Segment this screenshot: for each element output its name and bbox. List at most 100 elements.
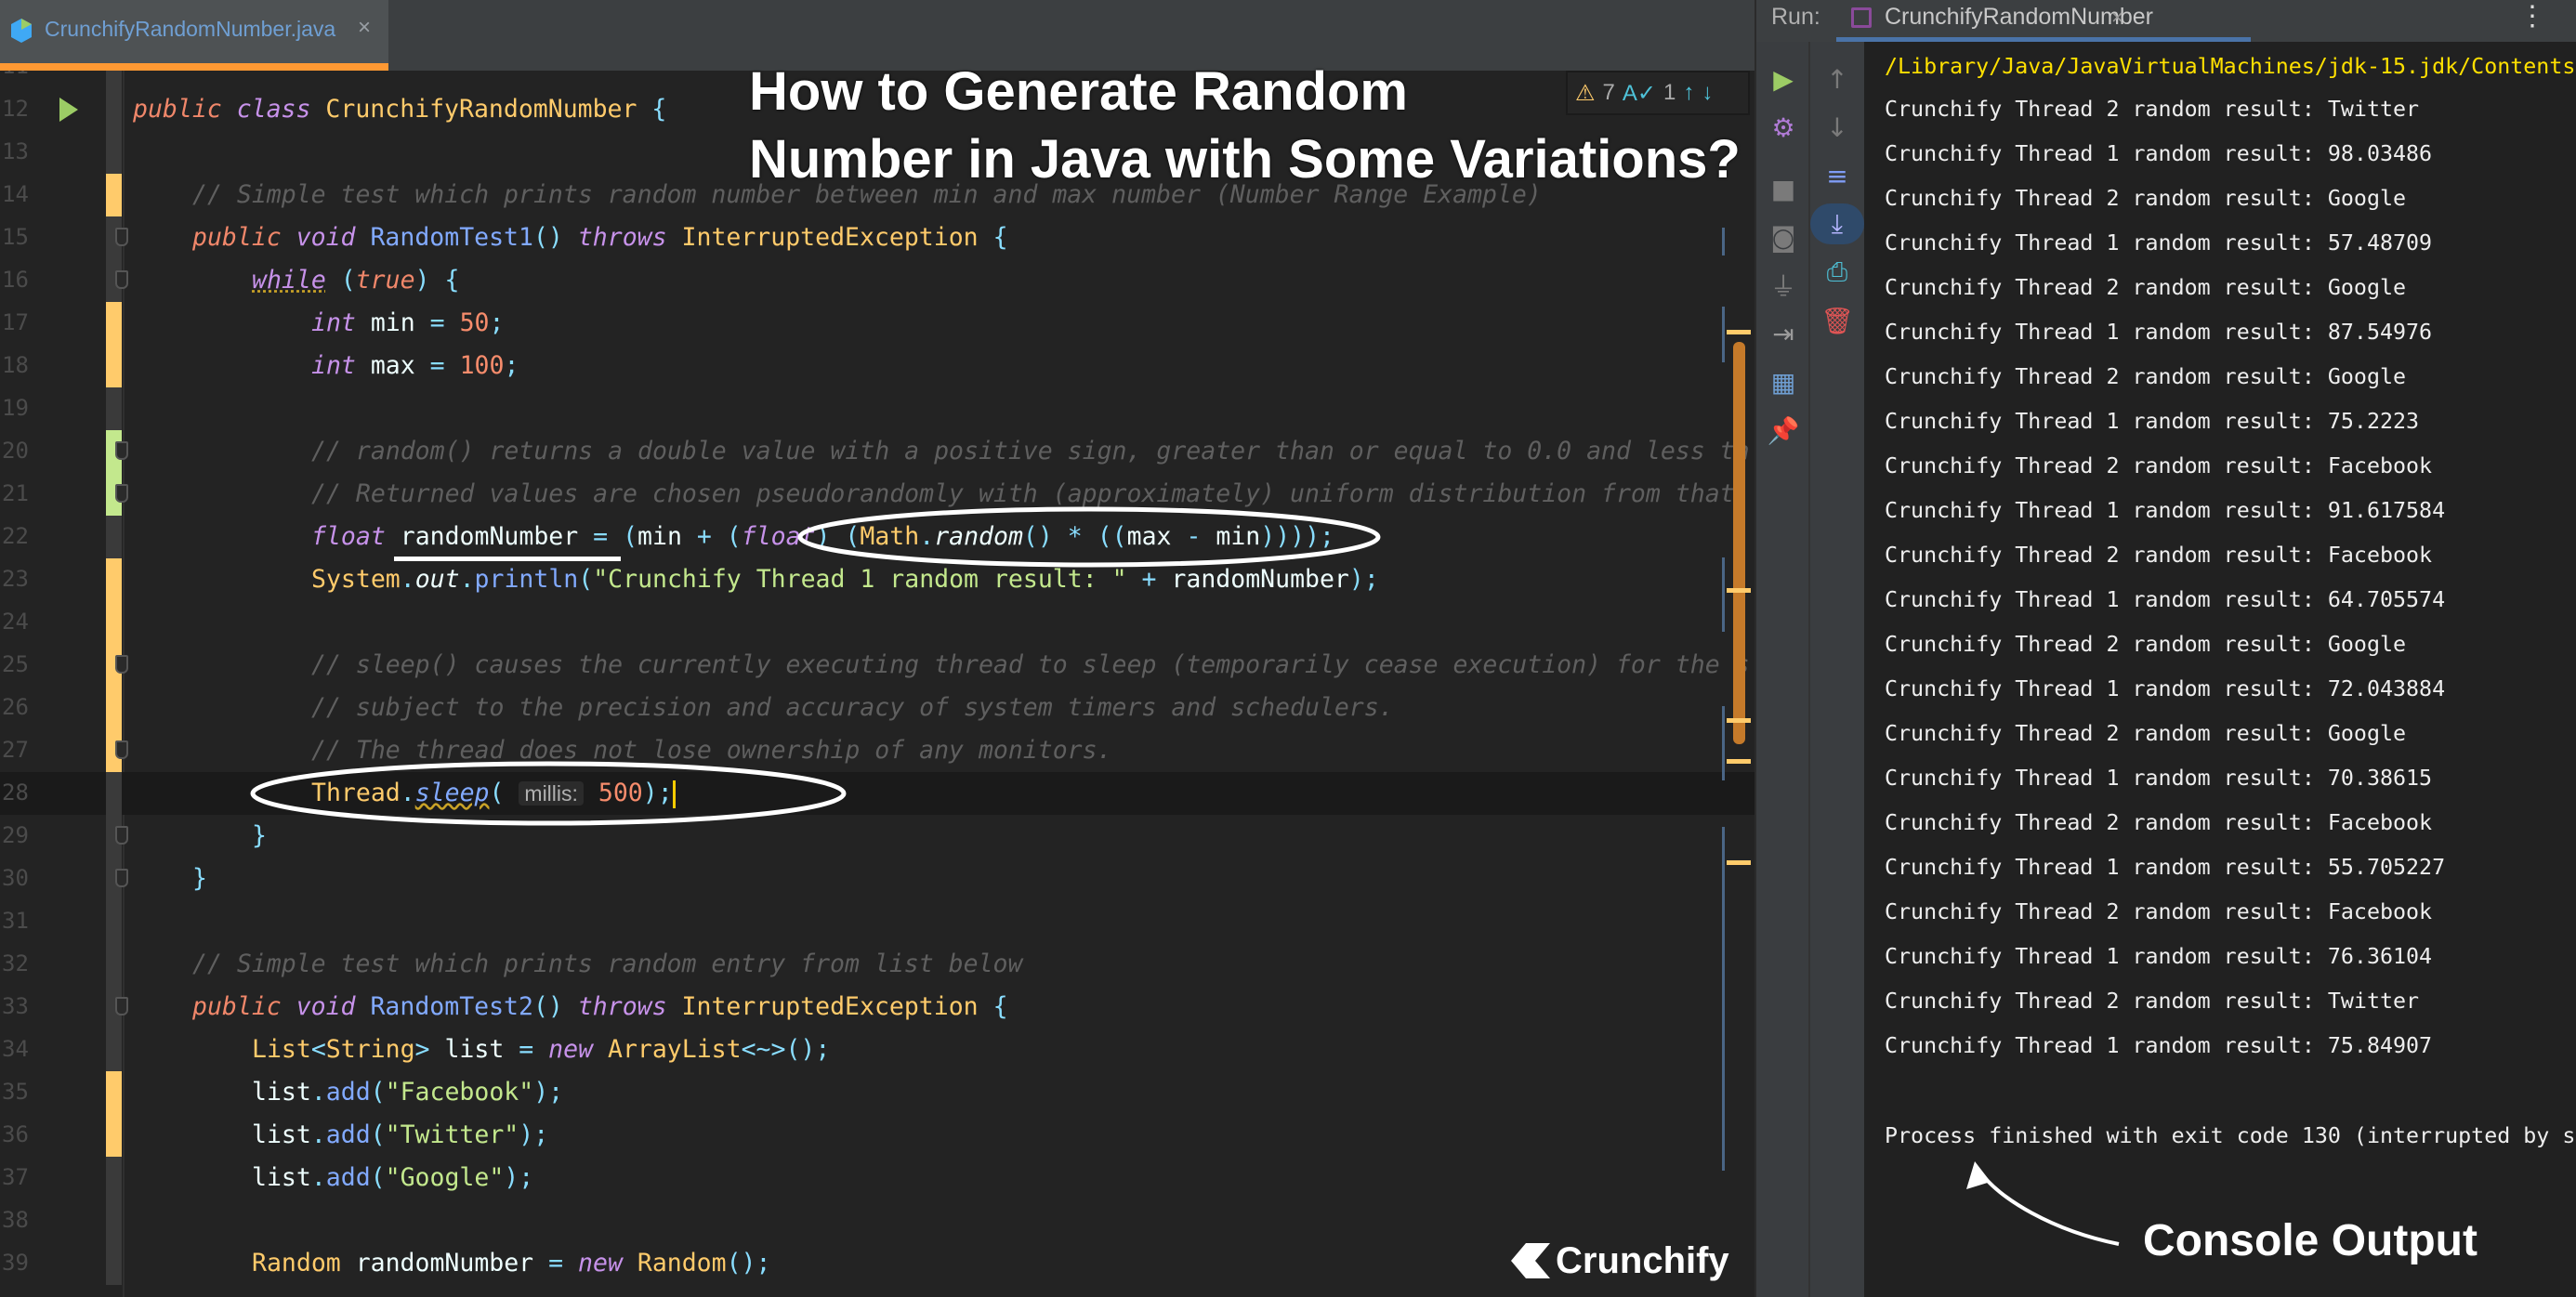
code-line[interactable]: 18 int max = 100; <box>0 345 1755 387</box>
code-line[interactable]: 35 list.add("Facebook"); <box>0 1071 1755 1114</box>
change-marker-modified[interactable] <box>106 174 122 216</box>
code-line[interactable]: 19 <box>0 387 1755 430</box>
line-number[interactable]: 34 <box>2 1036 29 1062</box>
stop-icon[interactable]: ■ <box>1756 168 1810 209</box>
print-icon[interactable]: ⎙ <box>1810 252 1864 293</box>
scroll-to-end-icon[interactable]: ⤓ <box>1810 203 1864 244</box>
change-marker[interactable] <box>1727 588 1751 593</box>
change-marker-none[interactable] <box>106 1028 122 1071</box>
line-number[interactable]: 18 <box>2 352 29 378</box>
line-number[interactable]: 31 <box>2 908 29 934</box>
more-options-icon[interactable]: ⋮ <box>2518 0 2546 33</box>
rerun-icon[interactable]: ▶ <box>1756 59 1810 99</box>
change-marker[interactable] <box>1727 718 1751 723</box>
fold-icon[interactable] <box>115 441 128 460</box>
exit-icon[interactable]: ⇥ <box>1756 313 1810 354</box>
fold-icon[interactable] <box>115 484 128 503</box>
fold-icon[interactable] <box>115 228 128 246</box>
change-marker-none[interactable] <box>106 900 122 943</box>
change-marker-none[interactable] <box>106 772 122 815</box>
code-line[interactable]: 23 System.out.println("Crunchify Thread 1… <box>0 558 1755 601</box>
line-number[interactable]: 35 <box>2 1079 29 1105</box>
pin-icon[interactable]: 📌 <box>1756 410 1810 451</box>
editor-scrollbar[interactable] <box>1733 342 1745 744</box>
code-line[interactable]: 36 list.add("Twitter"); <box>0 1114 1755 1157</box>
code-line[interactable]: 39 Random randomNumber = new Random(); <box>0 1242 1755 1285</box>
line-number[interactable]: 13 <box>2 138 29 164</box>
close-run-tab-icon[interactable]: × <box>2111 6 2123 30</box>
line-number[interactable]: 14 <box>2 181 29 207</box>
change-marker-none[interactable] <box>106 943 122 986</box>
close-tab-icon[interactable]: × <box>358 15 371 41</box>
line-number[interactable]: 30 <box>2 865 29 891</box>
code-line[interactable]: 22 float randomNumber = (min + (float) (M… <box>0 516 1755 558</box>
change-marker-modified[interactable] <box>106 1071 122 1114</box>
line-number[interactable]: 23 <box>2 566 29 592</box>
code-line[interactable]: 15 public void RandomTest1() throws Inter… <box>0 216 1755 259</box>
change-marker-none[interactable] <box>106 1242 122 1285</box>
run-tab[interactable]: CrunchifyRandomNumber × <box>1836 0 2251 42</box>
line-number[interactable]: 15 <box>2 224 29 250</box>
change-marker[interactable] <box>1727 860 1751 865</box>
line-number[interactable]: 11 <box>2 71 29 79</box>
code-line[interactable]: 16 while (true) { <box>0 259 1755 302</box>
line-number[interactable]: 32 <box>2 950 29 976</box>
change-marker-none[interactable] <box>106 1199 122 1242</box>
line-number[interactable]: 39 <box>2 1250 29 1276</box>
line-number[interactable]: 33 <box>2 993 29 1019</box>
run-class-icon[interactable] <box>58 96 80 124</box>
change-marker-none[interactable] <box>106 387 122 430</box>
change-marker-none[interactable] <box>106 516 122 558</box>
down-icon[interactable]: ↓ <box>1810 107 1864 148</box>
fold-icon[interactable] <box>115 740 128 759</box>
code-line[interactable]: 28 Thread.sleep( millis: 500); <box>0 772 1755 815</box>
fold-icon[interactable] <box>115 869 128 887</box>
fold-icon[interactable] <box>115 826 128 845</box>
change-marker-none[interactable] <box>106 71 122 88</box>
change-marker-modified[interactable] <box>106 1114 122 1157</box>
line-number[interactable]: 16 <box>2 267 29 293</box>
change-marker-modified[interactable] <box>106 687 122 729</box>
change-marker-none[interactable] <box>106 88 122 131</box>
console-output[interactable]: /Library/Java/JavaVirtualMachines/jdk-15… <box>1864 42 2576 1297</box>
code-line[interactable]: 33 public void RandomTest2() throws Inter… <box>0 986 1755 1028</box>
line-number[interactable]: 19 <box>2 395 29 421</box>
line-number[interactable]: 12 <box>2 96 29 122</box>
line-number[interactable]: 24 <box>2 609 29 635</box>
line-number[interactable]: 29 <box>2 822 29 848</box>
line-number[interactable]: 36 <box>2 1121 29 1147</box>
fold-icon[interactable] <box>115 270 128 289</box>
editor-tab[interactable]: CrunchifyRandomNumber.java × <box>0 0 388 71</box>
code-line[interactable]: 31 <box>0 900 1755 943</box>
fold-icon[interactable] <box>115 997 128 1015</box>
change-marker[interactable] <box>1727 759 1751 764</box>
line-number[interactable]: 37 <box>2 1164 29 1190</box>
code-line[interactable]: 38 <box>0 1199 1755 1242</box>
code-line[interactable]: 17 int min = 50; <box>0 302 1755 345</box>
settings-icon[interactable]: ⚙ <box>1756 107 1810 148</box>
line-number[interactable]: 21 <box>2 480 29 506</box>
line-number[interactable]: 26 <box>2 694 29 720</box>
line-number[interactable]: 38 <box>2 1207 29 1233</box>
fold-icon[interactable] <box>115 655 128 674</box>
change-marker-modified[interactable] <box>106 601 122 644</box>
code-line[interactable]: 20 // random() returns a double value wit… <box>0 430 1755 473</box>
code-editor[interactable]: 11 12 public class CrunchifyRandomNumber {… <box>0 71 1755 1297</box>
code-line[interactable]: 27 // The thread does not lose ownership … <box>0 729 1755 772</box>
change-marker-none[interactable] <box>106 1157 122 1199</box>
change-marker-modified[interactable] <box>106 345 122 387</box>
trash-icon[interactable]: 🗑 <box>1810 300 1864 341</box>
code-line[interactable]: 37 list.add("Google"); <box>0 1157 1755 1199</box>
line-number[interactable]: 17 <box>2 309 29 335</box>
code-line[interactable]: 24 <box>0 601 1755 644</box>
code-line[interactable]: 21 // Returned values are chosen pseudora… <box>0 473 1755 516</box>
code-line[interactable]: 30} <box>0 858 1755 900</box>
line-number[interactable]: 20 <box>2 438 29 464</box>
plug-icon[interactable]: ⏚ <box>1756 265 1810 306</box>
camera-icon[interactable]: ◙ <box>1756 216 1810 257</box>
code-line[interactable]: 32 // Simple test which prints random ent… <box>0 943 1755 986</box>
soft-wrap-icon[interactable]: ≡ <box>1810 155 1864 196</box>
change-marker[interactable] <box>1727 330 1751 334</box>
code-line[interactable]: 34 List<String> list = new ArrayList<~>()… <box>0 1028 1755 1071</box>
change-marker-modified[interactable] <box>106 302 122 345</box>
